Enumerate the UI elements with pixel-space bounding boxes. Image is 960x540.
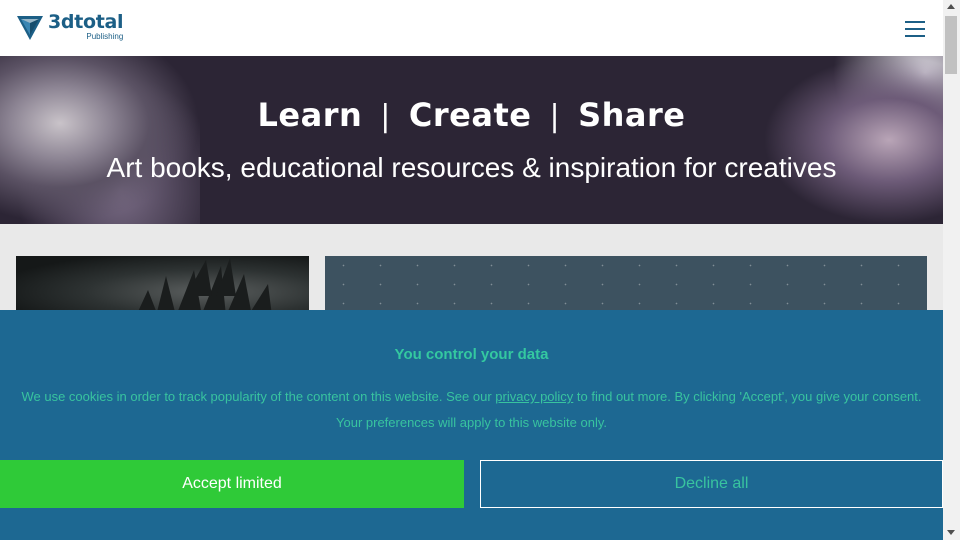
decline-all-button[interactable]: Decline all (480, 460, 943, 508)
scroll-up-arrow-icon[interactable] (947, 4, 955, 9)
hero-banner: Learn | Create | Share Art books, educationa… (0, 56, 943, 224)
spiky-sphere-image (136, 258, 272, 316)
hero-subtitle: Art books, educational resources & inspi… (106, 152, 837, 183)
cookie-description: We use cookies in order to track popular… (0, 384, 943, 436)
hero-separator: | (549, 99, 561, 134)
hero-title-share: Share (578, 96, 686, 134)
logo[interactable]: 3dtotal Publishing (16, 11, 124, 41)
scroll-down-arrow-icon[interactable] (947, 530, 955, 535)
featured-tile-starfield[interactable] (325, 256, 927, 316)
hero-artwork-left (0, 56, 200, 224)
cookie-title: You control your data (394, 346, 549, 363)
logo-subtitle: Publishing (86, 32, 124, 41)
hero-title-create: Create (408, 96, 532, 134)
scrollbar-thumb[interactable] (945, 16, 957, 74)
logo-name: 3dtotal (48, 11, 124, 33)
cookie-text-after: to find out more. By clicking 'Accept', … (573, 389, 922, 404)
scrollbar[interactable] (943, 0, 960, 540)
hero-artwork-right (763, 56, 943, 224)
hero-title: Learn | Create | Share (0, 96, 943, 134)
privacy-policy-link[interactable]: privacy policy (495, 389, 573, 404)
featured-tile-image[interactable] (16, 256, 309, 316)
logo-icon (17, 16, 43, 40)
hamburger-menu-icon[interactable] (905, 19, 925, 37)
accept-limited-button[interactable]: Accept limited (0, 460, 464, 508)
hero-separator: | (380, 99, 391, 134)
cookie-consent-banner: You control your data We use cookies in … (0, 310, 943, 540)
site-header: 3dtotal Publishing (0, 0, 943, 56)
cookie-text-before: We use cookies in order to track popular… (21, 389, 496, 404)
cookie-text-line2: Your preferences will apply to this webs… (336, 415, 607, 430)
hero-title-learn: Learn (257, 96, 363, 134)
